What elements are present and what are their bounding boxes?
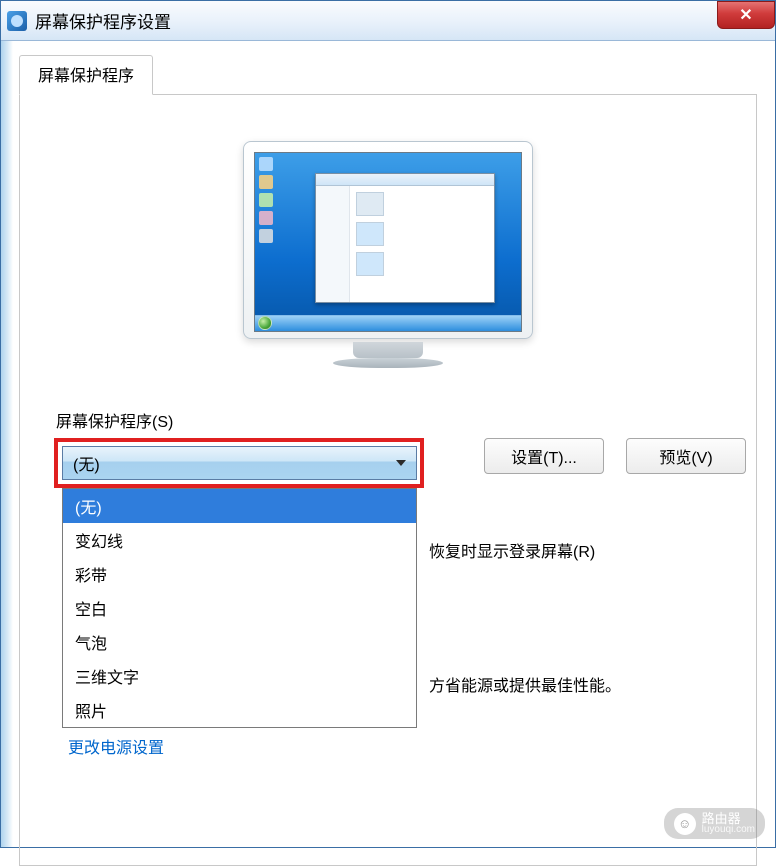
- dropdown-item-blank[interactable]: 空白: [63, 591, 416, 625]
- tab-strip: 屏幕保护程序: [1, 41, 775, 95]
- screensaver-row: (无) (无) 变幻线 彩带 空白 气泡 三维文字 照片 更改电源设置: [54, 438, 722, 488]
- settings-button-label: 设置(T)...: [511, 444, 577, 468]
- dropdown-item-mystify[interactable]: 变幻线: [63, 523, 416, 557]
- preview-area: [54, 141, 722, 368]
- dropdown-item-none[interactable]: (无): [63, 489, 416, 523]
- dropdown-item-3dtext[interactable]: 三维文字: [63, 659, 416, 693]
- monitor-screen: [254, 152, 522, 332]
- tab-screensaver[interactable]: 屏幕保护程序: [19, 55, 153, 95]
- preview-button[interactable]: 预览(V): [626, 438, 746, 474]
- mini-window: [315, 173, 495, 303]
- screensaver-group-label: 屏幕保护程序(S): [54, 408, 722, 432]
- preview-button-label: 预览(V): [659, 444, 712, 468]
- chevron-down-icon: [396, 460, 406, 466]
- screensaver-dropdown: (无) 变幻线 彩带 空白 气泡 三维文字 照片 更改电源设置: [62, 488, 417, 758]
- window-title: 屏幕保护程序设置: [35, 8, 769, 33]
- dialog-window: 屏幕保护程序设置 ✕ 屏幕保护程序: [0, 0, 776, 848]
- power-description-text: 方省能源或提供最佳性能。: [429, 672, 621, 696]
- dropdown-item-bubbles[interactable]: 气泡: [63, 625, 416, 659]
- dropdown-item-photos[interactable]: 照片: [63, 693, 416, 727]
- monitor-preview: [243, 141, 533, 368]
- power-settings-link[interactable]: 更改电源设置: [62, 734, 164, 758]
- monitor-frame: [243, 141, 533, 339]
- tab-panel: 屏幕保护程序(S) (无) (无) 变幻线 彩带 空白 气泡 三维文字 照片: [19, 94, 757, 866]
- mini-taskbar: [255, 315, 521, 331]
- window-border-glow: [1, 41, 13, 847]
- watermark: ☺ 路由器 luyouqi.com: [664, 808, 765, 839]
- highlight-annotation: (无) (无) 变幻线 彩带 空白 气泡 三维文字 照片 更改电源设置: [54, 438, 424, 488]
- monitor-stand: [353, 342, 423, 358]
- desktop-icons: [259, 157, 273, 243]
- tab-label: 屏幕保护程序: [38, 68, 134, 85]
- screensaver-combobox[interactable]: (无): [62, 446, 417, 480]
- dropdown-list: (无) 变幻线 彩带 空白 气泡 三维文字 照片: [62, 488, 417, 728]
- watermark-sub: luyouqi.com: [702, 825, 755, 835]
- side-buttons: 设置(T)... 预览(V): [484, 438, 746, 474]
- monitor-base: [333, 358, 443, 368]
- resume-checkbox-label: 恢复时显示登录屏幕(R): [429, 538, 595, 562]
- close-button[interactable]: ✕: [717, 1, 775, 29]
- titlebar: 屏幕保护程序设置 ✕: [1, 1, 775, 41]
- dropdown-item-ribbons[interactable]: 彩带: [63, 557, 416, 591]
- watermark-icon: ☺: [674, 813, 696, 835]
- close-icon: ✕: [739, 5, 752, 25]
- watermark-text: 路由器 luyouqi.com: [702, 812, 755, 835]
- combobox-selected-text: (无): [73, 451, 100, 475]
- app-icon: [7, 11, 27, 31]
- settings-button[interactable]: 设置(T)...: [484, 438, 604, 474]
- start-orb-icon: [258, 316, 272, 330]
